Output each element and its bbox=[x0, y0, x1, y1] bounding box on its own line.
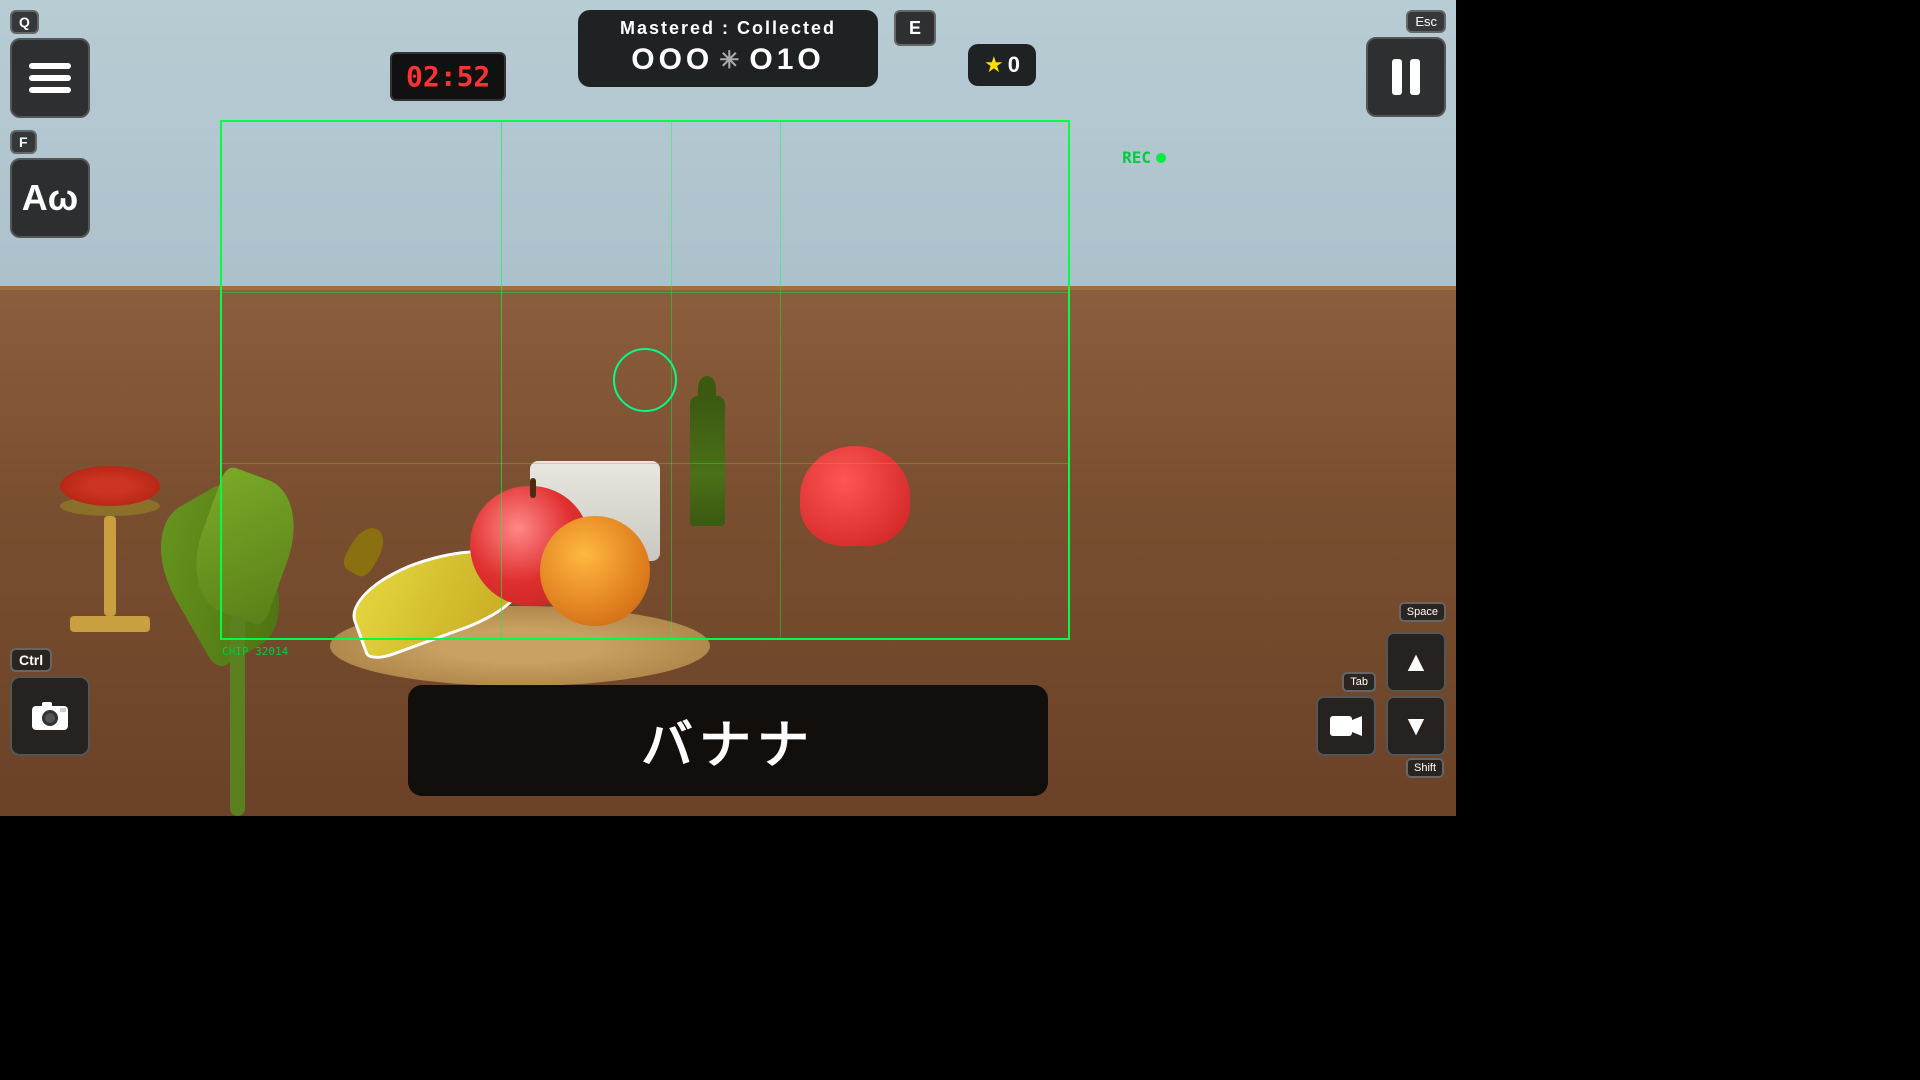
esc-key[interactable]: Esc bbox=[1406, 10, 1446, 33]
video-camera-icon bbox=[1328, 710, 1364, 742]
menu-icon-box[interactable] bbox=[10, 38, 90, 118]
shift-key-label: Shift bbox=[1406, 758, 1444, 778]
e-key-button[interactable]: E bbox=[894, 10, 936, 46]
rec-dot bbox=[1156, 153, 1166, 163]
pause-icon bbox=[1392, 59, 1420, 95]
item-label-bar: バナナ bbox=[408, 685, 1048, 796]
font-icon-box[interactable]: Aω bbox=[10, 158, 90, 238]
score-title: Mastered : Collected bbox=[606, 18, 850, 39]
star-icon: ★ bbox=[984, 52, 1004, 78]
pause-bar-1 bbox=[1392, 59, 1402, 95]
movement-controls: Space ▲ ▼ Shift bbox=[1386, 626, 1446, 756]
collected-score: O1O bbox=[749, 43, 824, 77]
mastered-score: OOO bbox=[631, 43, 713, 77]
move-down-button[interactable]: ▼ Shift bbox=[1386, 696, 1446, 756]
score-divider: ✳ bbox=[719, 46, 743, 75]
tab-key-label: Tab bbox=[1342, 672, 1376, 692]
menu-line-2 bbox=[29, 75, 71, 81]
arrow-down-icon: ▼ bbox=[1402, 710, 1430, 742]
video-camera-button[interactable] bbox=[1316, 696, 1376, 756]
pause-button-area[interactable]: Esc bbox=[1366, 10, 1446, 117]
ctrl-key: Ctrl bbox=[10, 648, 52, 672]
stool bbox=[60, 466, 160, 616]
q-menu-button[interactable]: Q bbox=[10, 10, 90, 118]
plant bbox=[150, 396, 330, 816]
rec-label: REC bbox=[1122, 148, 1151, 167]
q-key: Q bbox=[10, 10, 39, 34]
space-key-label: Space bbox=[1399, 602, 1446, 622]
move-up-button[interactable]: ▲ bbox=[1386, 632, 1446, 692]
score-values: OOO ✳ O1O bbox=[606, 43, 850, 77]
menu-line-1 bbox=[29, 63, 71, 69]
pause-bar-2 bbox=[1410, 59, 1420, 95]
video-camera-area[interactable]: Tab bbox=[1316, 672, 1376, 756]
timer-display: 02:52 bbox=[390, 52, 506, 101]
rec-indicator: REC bbox=[1122, 148, 1166, 167]
menu-line-3 bbox=[29, 87, 71, 93]
score-display: Mastered : Collected OOO ✳ O1O bbox=[578, 10, 878, 87]
f-font-button[interactable]: F Aω bbox=[10, 130, 90, 238]
fruit-bowl bbox=[310, 366, 730, 686]
game-canvas: CHIP 32014 REC Q F Aω 02:52 Mastered : C… bbox=[0, 0, 1456, 816]
red-kettle bbox=[800, 446, 910, 546]
f-key: F bbox=[10, 130, 37, 154]
ctrl-camera-button[interactable]: Ctrl bbox=[10, 648, 90, 756]
camera-icon-box[interactable] bbox=[10, 676, 90, 756]
item-name: バナナ bbox=[641, 717, 815, 775]
font-icon: Aω bbox=[22, 177, 78, 219]
star-counter: ★ 0 bbox=[968, 44, 1036, 86]
arrow-up-icon: ▲ bbox=[1402, 646, 1430, 678]
orange bbox=[540, 516, 650, 626]
camera-icon bbox=[28, 694, 72, 738]
pause-icon-box[interactable] bbox=[1366, 37, 1446, 117]
star-count: 0 bbox=[1008, 52, 1020, 78]
